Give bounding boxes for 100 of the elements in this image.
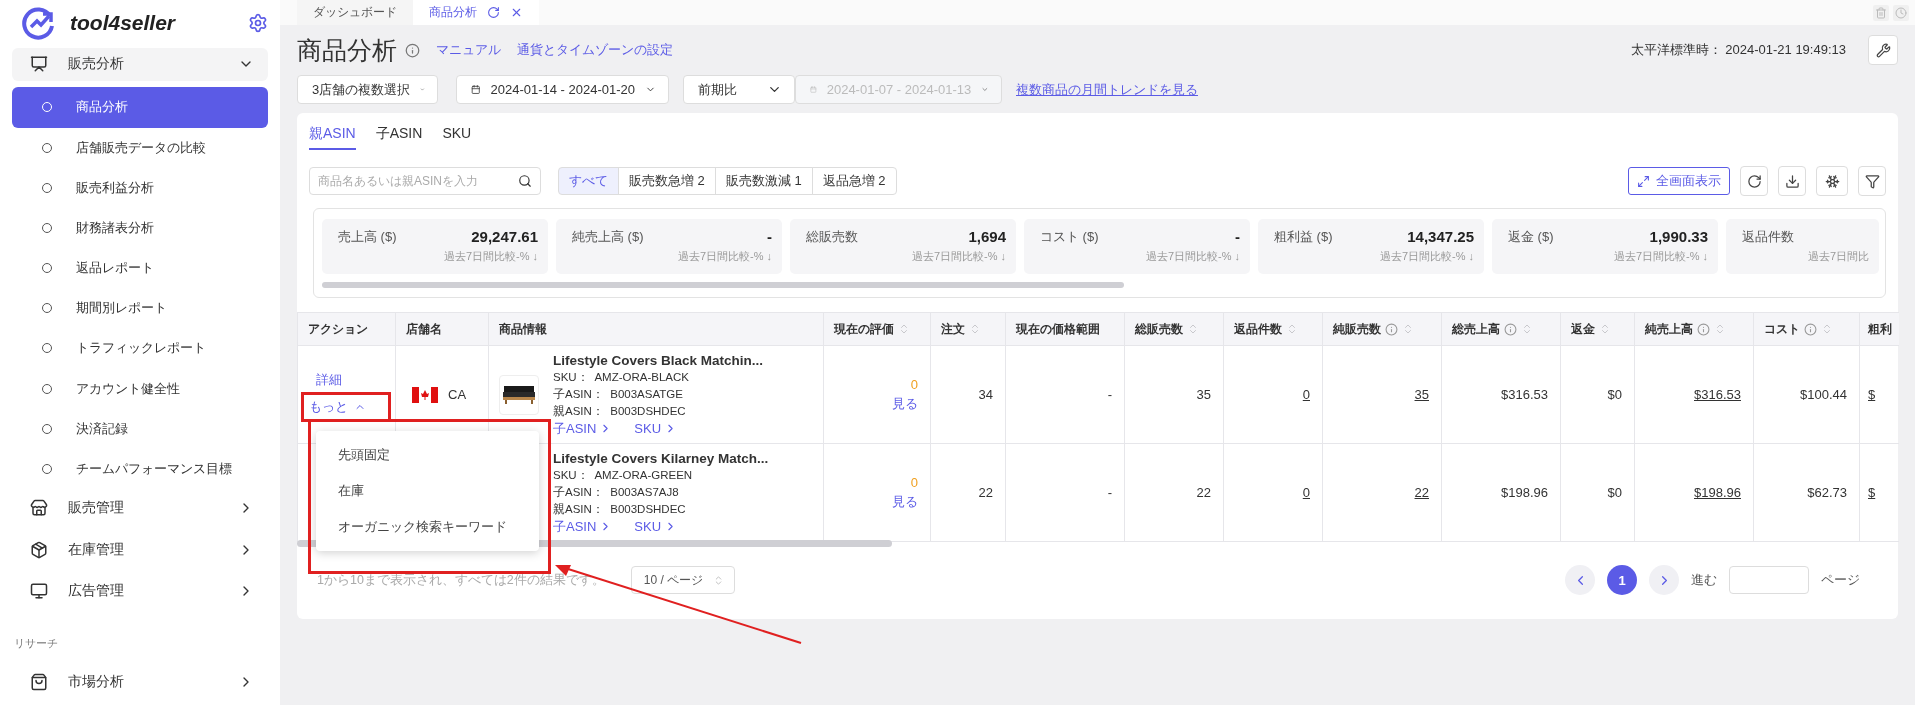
info-icon[interactable]: [1504, 322, 1517, 336]
previous-page-button[interactable]: [1565, 565, 1595, 595]
filter-segment[interactable]: 販売数激減 1: [714, 167, 813, 195]
nav-item[interactable]: 返品レポート: [12, 248, 268, 289]
snowflake-button[interactable]: [1816, 166, 1848, 196]
sort-icon[interactable]: [898, 323, 910, 335]
metric-label: 返金 ($): [1508, 228, 1554, 246]
view-link[interactable]: 見る: [892, 394, 918, 413]
product-link[interactable]: SKU: [634, 518, 678, 535]
sort-icon[interactable]: [1714, 323, 1726, 335]
nav-item[interactable]: 商品分析: [12, 87, 268, 128]
info-icon[interactable]: [1804, 322, 1817, 336]
metric-value: -: [767, 228, 772, 245]
page-button[interactable]: 1: [1607, 565, 1637, 595]
refresh-icon[interactable]: [487, 6, 500, 19]
refresh-button[interactable]: [1740, 166, 1768, 196]
nav-item[interactable]: 決済記録: [12, 408, 268, 449]
table-cell: 0: [1223, 345, 1323, 444]
nav-item[interactable]: トラフィックレポート: [12, 328, 268, 369]
product-meta: 子ASIN： B003ASATGE: [553, 387, 684, 402]
nav-group[interactable]: 在庫管理: [12, 532, 268, 567]
header-link[interactable]: 通貨とタイムゾーンの設定: [517, 41, 673, 59]
menu-item[interactable]: オーガニック検索キーワード: [316, 509, 539, 545]
compare-select[interactable]: 前期比: [683, 75, 795, 104]
search-icon: [518, 174, 532, 188]
wrench-icon: [1875, 42, 1891, 58]
nav-group[interactable]: 販売管理: [12, 491, 268, 525]
nav-item[interactable]: 期間別レポート: [12, 288, 268, 329]
page-size-select[interactable]: 10 / ページ: [630, 566, 736, 594]
info-icon[interactable]: [1385, 322, 1398, 336]
flag-icon: [412, 386, 438, 403]
download-button[interactable]: [1778, 166, 1806, 196]
trend-link[interactable]: 複数商品の月間トレンドを見る: [1016, 81, 1198, 99]
metric-value: 29,247.61: [471, 228, 538, 245]
calendar-icon: [471, 83, 481, 96]
filter-segment[interactable]: 販売数急増 2: [618, 167, 716, 195]
menu-item[interactable]: 在庫: [316, 473, 539, 509]
info-icon[interactable]: [405, 42, 420, 58]
nav-item[interactable]: 販売利益分析: [12, 167, 268, 208]
metric-change: 過去7日間比較-% ↓: [911, 249, 1006, 264]
page-tab[interactable]: ダッシュボード: [297, 0, 413, 25]
nav-item[interactable]: 財務諸表分析: [12, 207, 268, 249]
nav-item[interactable]: アカウント健全性: [12, 368, 268, 409]
view-tab[interactable]: SKU: [442, 123, 472, 150]
page-title: 商品分析: [297, 34, 397, 66]
sort-icon[interactable]: [1821, 323, 1833, 335]
detail-link[interactable]: 詳細: [316, 371, 342, 389]
nav-item[interactable]: チームパフォーマンス目標: [12, 448, 268, 490]
table-cell: 35: [1124, 345, 1224, 444]
menu-item[interactable]: 先頭固定: [316, 437, 539, 473]
search-field[interactable]: 商品名あるいは親ASINを入力: [309, 167, 541, 195]
scrollbar[interactable]: [322, 282, 1124, 288]
sort-icon[interactable]: [1599, 323, 1611, 335]
table-cell: 22: [1124, 443, 1224, 542]
nav-item[interactable]: 店舗販売データの比較: [12, 127, 268, 168]
fullscreen-button[interactable]: 全画面表示: [1628, 167, 1730, 195]
product-link[interactable]: SKU: [634, 420, 678, 437]
metric-label: 純売上高 ($): [572, 228, 644, 246]
sort-icon[interactable]: [1286, 323, 1298, 335]
metric-change: 過去7日間比較-% ↓: [1613, 249, 1708, 264]
info-icon[interactable]: [1697, 322, 1710, 336]
more-link[interactable]: もっと: [309, 398, 366, 416]
settings-icon[interactable]: [248, 12, 268, 33]
view-tab[interactable]: 親ASIN: [309, 123, 356, 150]
table-cell: 35: [1322, 345, 1442, 444]
nav-group[interactable]: 市場分析: [12, 665, 268, 699]
metric-label: 粗利益 ($): [1274, 228, 1333, 246]
metric-value: 1,694: [968, 228, 1006, 245]
product-link[interactable]: 子ASIN: [553, 518, 613, 535]
page-tab[interactable]: 商品分析: [413, 0, 539, 25]
product-meta: SKU： AMZ-ORA-GREEN: [553, 468, 694, 483]
metric-change: 過去7日間比: [1807, 249, 1869, 264]
column-header: 総販売数: [1135, 320, 1183, 338]
view-tab[interactable]: 子ASIN: [375, 123, 423, 150]
product-link[interactable]: 子ASIN: [553, 420, 613, 437]
filter-button[interactable]: [1858, 166, 1886, 196]
nav-group[interactable]: 広告管理: [12, 574, 268, 609]
page-input[interactable]: [1729, 566, 1809, 594]
filter-segment[interactable]: すべて: [558, 167, 619, 195]
sort-icon[interactable]: [969, 323, 981, 335]
table-cell: $0: [1560, 443, 1635, 542]
wrench-button[interactable]: [1868, 35, 1898, 65]
view-link[interactable]: 見る: [892, 492, 918, 511]
sort-icon[interactable]: [1402, 323, 1414, 335]
nav-group[interactable]: 販売分析: [12, 47, 268, 82]
refresh-icon: [1746, 173, 1762, 189]
column-header: 純販売数: [1333, 320, 1381, 338]
nav-icon: [30, 55, 48, 74]
filter-segment[interactable]: 返品急増 2: [811, 167, 897, 195]
date-range-field[interactable]: 2024-01-14 - 2024-01-20: [456, 75, 669, 104]
product-meta: 親ASIN： B003DSHDEC: [553, 502, 687, 517]
trash-icon[interactable]: [1873, 4, 1889, 21]
sort-icon[interactable]: [1521, 323, 1533, 335]
store-select[interactable]: 3店舗の複数選択: [297, 75, 438, 104]
next-page-button[interactable]: [1649, 565, 1679, 595]
sort-icon[interactable]: [1187, 323, 1199, 335]
close-icon[interactable]: [510, 6, 523, 19]
header-link[interactable]: マニュアル: [436, 41, 501, 59]
table-cell: 0: [1223, 443, 1323, 542]
clock-icon[interactable]: [1893, 4, 1909, 21]
